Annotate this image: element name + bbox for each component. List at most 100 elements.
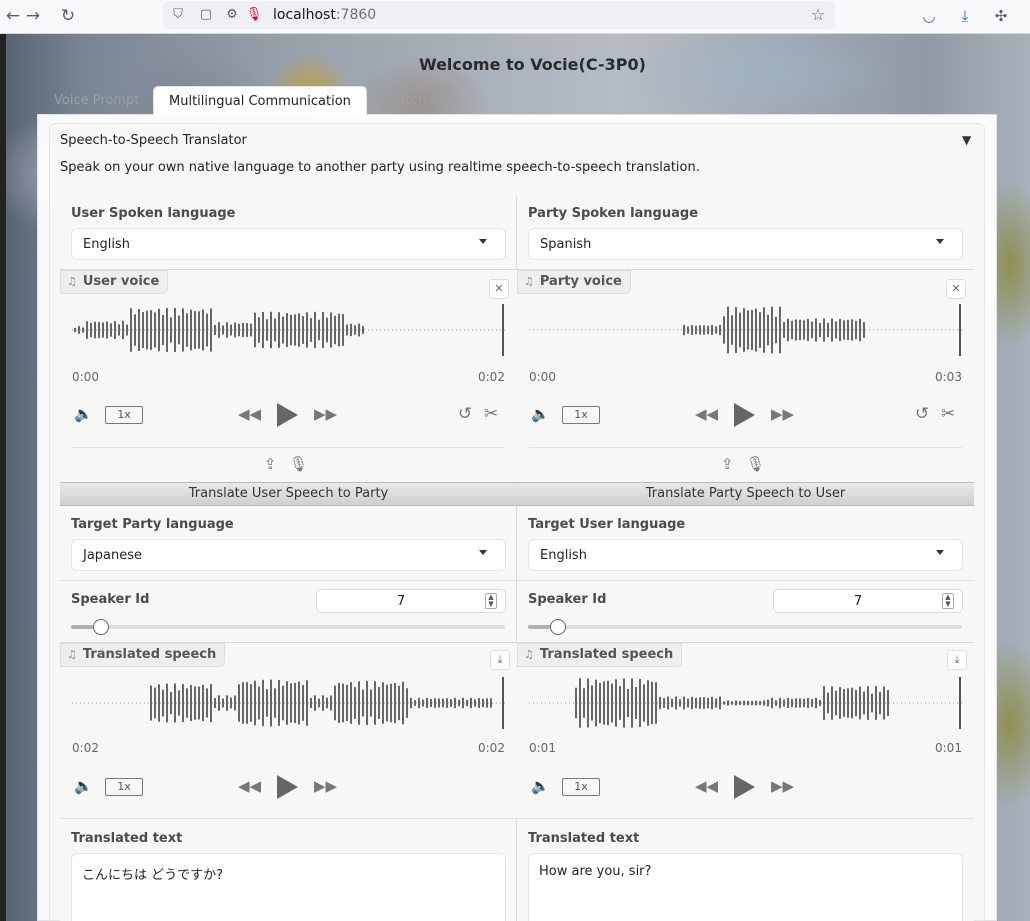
- audio-label: ♫ User voice: [60, 270, 169, 294]
- target-user-language-dropdown[interactable]: English: [528, 539, 963, 571]
- chevron-down-icon: [479, 239, 487, 244]
- accordion-description: Speak on your own native language to ano…: [60, 160, 700, 175]
- playback-speed-button[interactable]: 1x: [105, 406, 143, 424]
- time-end: 0:01: [935, 741, 962, 755]
- volume-icon[interactable]: 🔈: [74, 404, 93, 424]
- undo-icon[interactable]: ↺: [458, 404, 472, 424]
- address-bar[interactable]: ⛉ ▢ ⚙ 🎙 localhost:7860 ☆: [163, 1, 835, 29]
- user-spoken-language-dropdown[interactable]: English: [71, 228, 506, 260]
- fast-forward-icon[interactable]: ▶▶: [314, 404, 337, 424]
- waveform[interactable]: [529, 675, 962, 731]
- time-start: 0:01: [529, 741, 556, 755]
- speaker-id-value: 7: [396, 594, 406, 609]
- extensions-icon[interactable]: ✣: [988, 4, 1014, 28]
- bookmark-star-icon[interactable]: ☆: [809, 5, 827, 25]
- shield-icon[interactable]: ⛉: [169, 5, 187, 25]
- waveform[interactable]: [529, 302, 962, 358]
- slider-handle[interactable]: [550, 619, 567, 635]
- app-title: Welcome to Vocie(C-3P0): [419, 55, 646, 74]
- music-note-icon: ♫: [67, 275, 77, 288]
- party-spoken-language-dropdown[interactable]: Spanish: [528, 228, 963, 260]
- speaker-id-label: Speaker Id: [528, 592, 607, 607]
- close-icon[interactable]: ✕: [489, 279, 509, 299]
- waveform[interactable]: [72, 302, 505, 358]
- playback-speed-button[interactable]: 1x: [562, 778, 600, 796]
- dropdown-value: Japanese: [83, 548, 143, 563]
- user-column: User Spoken language English ♫ User voice…: [60, 196, 517, 921]
- close-icon[interactable]: ✕: [946, 279, 966, 299]
- rewind-icon[interactable]: ◀◀: [238, 776, 261, 796]
- speaker-id-label: Speaker Id: [71, 592, 150, 607]
- url-text[interactable]: localhost:7860: [273, 7, 376, 23]
- fast-forward-icon[interactable]: ▶▶: [771, 776, 794, 796]
- pocket-icon[interactable]: ◡: [916, 4, 942, 28]
- upload-icon[interactable]: ⇪: [721, 454, 734, 474]
- stepper-icon[interactable]: ▲ ▼: [942, 593, 954, 609]
- volume-icon[interactable]: 🔈: [531, 776, 550, 796]
- speaker-id-input[interactable]: 7 ▲ ▼: [316, 589, 506, 613]
- fast-forward-icon[interactable]: ▶▶: [314, 776, 337, 796]
- translate-user-to-party-button[interactable]: Translate User Speech to Party: [60, 482, 517, 506]
- party-spoken-language-label: Party Spoken language: [528, 206, 699, 221]
- upload-icon[interactable]: ⇪: [264, 454, 277, 474]
- chevron-down-icon: [936, 550, 944, 555]
- forward-icon[interactable]: →: [20, 4, 46, 28]
- tab-multilingual-communication[interactable]: Multilingual Communication: [153, 86, 367, 115]
- scissors-icon[interactable]: ✂: [484, 404, 498, 424]
- music-note-icon: ♫: [524, 648, 534, 661]
- volume-icon[interactable]: 🔈: [531, 404, 550, 424]
- translated-text-area[interactable]: How are you, sir?: [528, 853, 963, 921]
- party-voice-audio: ♫ Party voice ✕ 0:00 0:03 🔈 1x ◀◀ ▶▶ ↺ ✂ …: [517, 269, 974, 481]
- microphone-icon[interactable]: 🎙: [746, 454, 765, 474]
- divider: [517, 818, 974, 819]
- page-icon[interactable]: ▢: [197, 5, 215, 25]
- microphone-in-use-icon[interactable]: 🎙: [245, 5, 263, 25]
- translated-speech-audio: ♫ Translated speech ⤓ 0:01 0:01 🔈 1x ◀◀ ▶…: [517, 642, 974, 818]
- music-note-icon: ♫: [67, 648, 77, 661]
- play-icon[interactable]: [277, 403, 298, 427]
- divider: [72, 447, 505, 448]
- download-icon[interactable]: ⤓: [490, 650, 510, 670]
- divider: [60, 580, 517, 581]
- translate-party-to-user-button[interactable]: Translate Party Speech to User: [517, 482, 974, 506]
- audio-label: ♫ Party voice: [517, 270, 631, 294]
- play-icon[interactable]: [734, 775, 755, 799]
- slider-handle[interactable]: [93, 619, 110, 635]
- volume-icon[interactable]: 🔈: [74, 776, 93, 796]
- target-party-language-dropdown[interactable]: Japanese: [71, 539, 506, 571]
- accordion-toggle-icon[interactable]: ▼: [962, 133, 971, 147]
- waveform[interactable]: [72, 675, 505, 731]
- dropdown-value: English: [540, 548, 587, 563]
- rewind-icon[interactable]: ◀◀: [695, 776, 718, 796]
- download-icon[interactable]: ⤓: [947, 650, 967, 670]
- time-start: 0:00: [529, 370, 556, 384]
- speaker-id-slider[interactable]: [528, 619, 962, 635]
- tab-voice-prompt[interactable]: Voice Prompt: [39, 86, 154, 115]
- background-edge: [0, 34, 6, 921]
- speaker-id-input[interactable]: 7 ▲ ▼: [773, 589, 963, 613]
- microphone-icon[interactable]: 🎙: [289, 454, 308, 474]
- translated-speech-audio: ♫ Translated speech ⤓ 0:02 0:02 🔈 1x ◀◀ ▶…: [60, 642, 517, 818]
- accordion-title[interactable]: Speech-to-Speech Translator: [60, 133, 247, 148]
- rewind-icon[interactable]: ◀◀: [238, 404, 261, 424]
- tab-scratch-pad[interactable]: Scratch Pad: [362, 86, 469, 115]
- speaker-id-slider[interactable]: [71, 619, 505, 635]
- speaker-id-value: 7: [853, 594, 863, 609]
- reload-icon[interactable]: ↻: [55, 4, 81, 28]
- translated-text-label: Translated text: [71, 831, 183, 846]
- rewind-icon[interactable]: ◀◀: [695, 404, 718, 424]
- user-voice-audio: ♫ User voice ✕ 0:00 0:02 🔈 1x ◀◀ ▶▶ ↺ ✂ ⇪…: [60, 269, 517, 481]
- play-icon[interactable]: [734, 403, 755, 427]
- permissions-icon[interactable]: ⚙: [223, 5, 241, 25]
- audio-label: ♫ Translated speech: [517, 643, 683, 667]
- translated-text-area[interactable]: こんにちは どうですか?: [71, 853, 506, 921]
- stepper-icon[interactable]: ▲ ▼: [485, 593, 497, 609]
- fast-forward-icon[interactable]: ▶▶: [771, 404, 794, 424]
- undo-icon[interactable]: ↺: [915, 404, 929, 424]
- playback-speed-button[interactable]: 1x: [105, 778, 143, 796]
- scissors-icon[interactable]: ✂: [941, 404, 955, 424]
- playback-speed-button[interactable]: 1x: [562, 406, 600, 424]
- divider: [60, 818, 517, 819]
- play-icon[interactable]: [277, 775, 298, 799]
- downloads-icon[interactable]: ⤓: [952, 4, 978, 28]
